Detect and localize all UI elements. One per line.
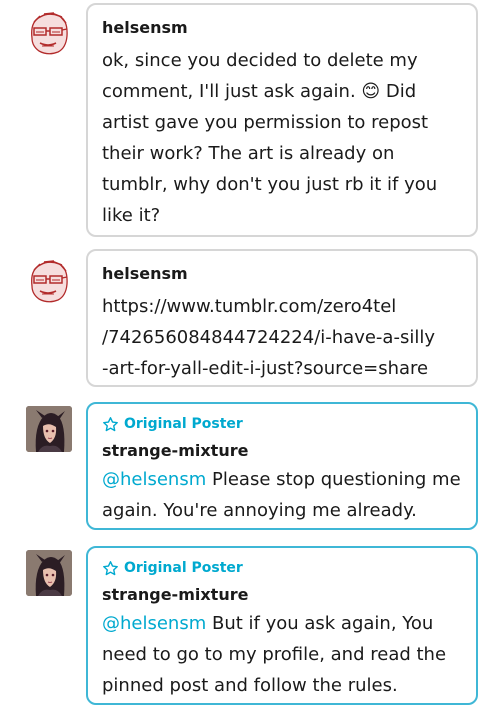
link-line[interactable]: https://www.tumblr.com/zero4tel — [102, 291, 462, 322]
comment-bubble-op: Original Poster strange-mixture @helsens… — [86, 402, 478, 530]
comment-text: @helsensm Please stop questioning me aga… — [102, 464, 462, 526]
smile-emoji-icon: 😊 — [361, 81, 381, 102]
dark-haired-character-icon — [26, 550, 72, 596]
username[interactable]: strange-mixture — [102, 584, 462, 606]
username[interactable]: helsensm — [102, 263, 462, 285]
original-poster-badge: Original Poster — [102, 558, 462, 578]
comment-bubble: helsensm ok, since you decided to delete… — [86, 3, 478, 237]
star-outline-icon — [103, 560, 118, 575]
avatar[interactable] — [26, 10, 72, 56]
comment-bubble-op: Original Poster strange-mixture @helsens… — [86, 546, 478, 705]
star-outline-icon — [103, 416, 118, 431]
comment-link[interactable]: https://www.tumblr.com/zero4tel /7426560… — [102, 291, 462, 384]
red-sketch-face-icon — [26, 10, 72, 56]
badge-label: Original Poster — [124, 416, 243, 432]
mention-link[interactable]: @helsensm — [102, 613, 206, 634]
comment-text-part: Did artist gave you permission to repost… — [102, 81, 438, 226]
link-line[interactable]: -art-for-yall-edit-i-just?source=share — [102, 353, 462, 384]
mention-link[interactable]: @helsensm — [102, 469, 206, 490]
username[interactable]: helsensm — [102, 17, 462, 39]
red-sketch-face-icon — [26, 258, 72, 304]
badge-label: Original Poster — [124, 560, 243, 576]
comment-text: ok, since you decided to delete my comme… — [102, 45, 462, 231]
original-poster-badge: Original Poster — [102, 414, 462, 434]
dark-haired-character-icon — [26, 406, 72, 452]
comment-text: @helsensm But if you ask again, You need… — [102, 608, 462, 701]
avatar[interactable] — [26, 550, 72, 596]
avatar[interactable] — [26, 406, 72, 452]
username[interactable]: strange-mixture — [102, 440, 462, 462]
avatar[interactable] — [26, 258, 72, 304]
link-line[interactable]: /742656084844724224/i-have-a-silly — [102, 322, 462, 353]
comment-bubble: helsensm https://www.tumblr.com/zero4tel… — [86, 249, 478, 387]
